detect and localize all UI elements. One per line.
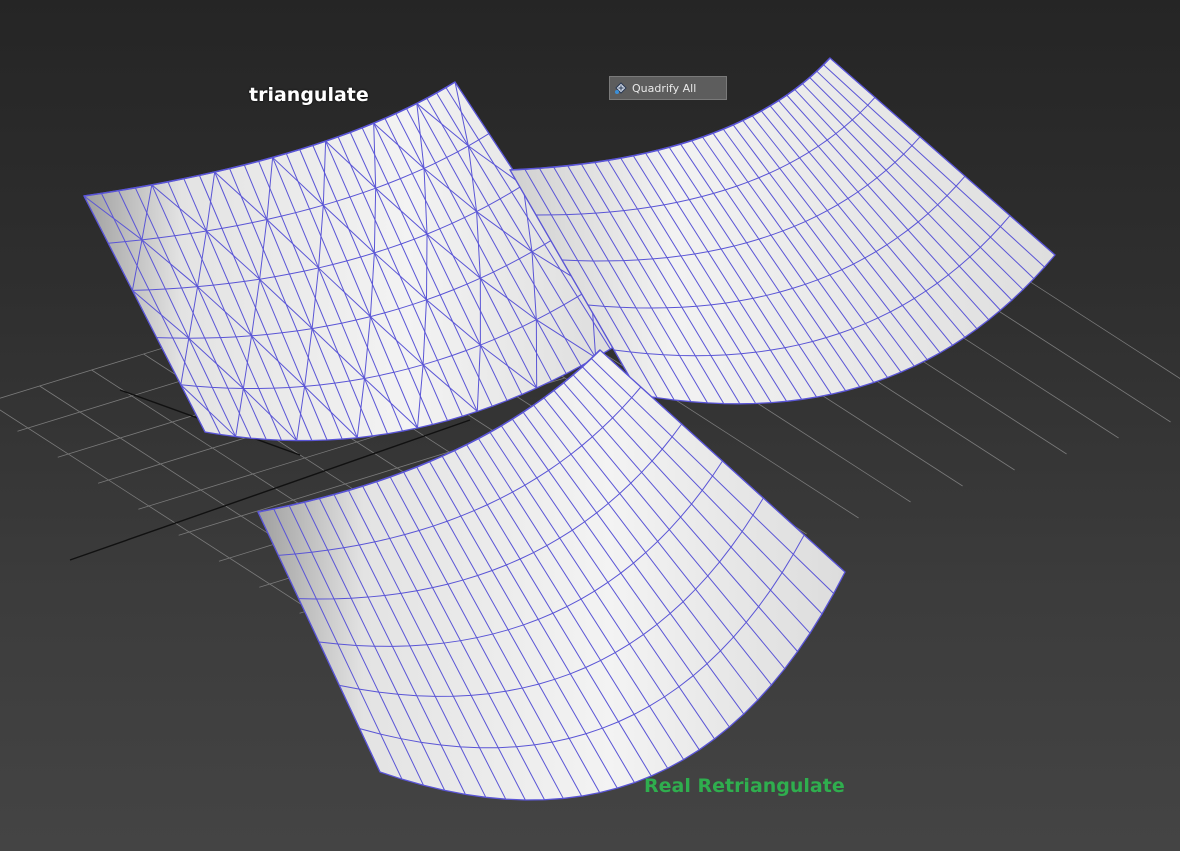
mesh-diagonal — [425, 234, 428, 300]
mesh-triangulate[interactable] — [83, 81, 626, 442]
mesh-surface — [83, 81, 626, 442]
label-triangulate: triangulate — [249, 84, 369, 106]
quadrify-all-label: Quadrify All — [632, 81, 697, 95]
viewport[interactable] — [0, 0, 1180, 851]
label-real-retriangulate: Real Retriangulate — [644, 775, 845, 797]
quadrify-all-button[interactable]: Quadrify All — [609, 76, 727, 100]
quadrify-icon — [615, 82, 627, 94]
